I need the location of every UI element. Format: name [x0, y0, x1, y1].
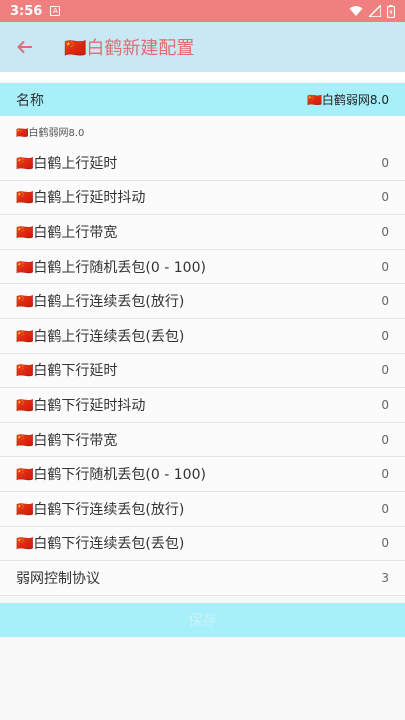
name-field-label: 名称 — [16, 92, 44, 109]
setting-value: 0 — [381, 328, 389, 343]
setting-row-downlink-bandwidth[interactable]: 🇨🇳白鹤下行带宽 0 — [0, 423, 405, 458]
setting-row-downlink-delay[interactable]: 🇨🇳白鹤下行延时 0 — [0, 354, 405, 389]
setting-label: 🇨🇳白鹤上行延时抖动 — [16, 190, 146, 207]
setting-row-uplink-delay[interactable]: 🇨🇳白鹤上行延时 0 — [0, 146, 405, 181]
name-field-value[interactable]: 🇨🇳白鹤弱网8.0 — [307, 91, 389, 108]
setting-row-uplink-bandwidth[interactable]: 🇨🇳白鹤上行带宽 0 — [0, 215, 405, 250]
app-bar: 🇨🇳白鹤新建配置 — [0, 22, 405, 72]
wifi-icon — [349, 6, 363, 16]
setting-row-downlink-delay-jitter[interactable]: 🇨🇳白鹤下行延时抖动 0 — [0, 388, 405, 423]
setting-row-downlink-burst-drop[interactable]: 🇨🇳白鹤下行连续丢包(丢包) 0 — [0, 527, 405, 562]
setting-row-uplink-random-loss[interactable]: 🇨🇳白鹤上行随机丢包(0 - 100) 0 — [0, 250, 405, 285]
setting-value: 0 — [381, 155, 389, 170]
save-button[interactable]: 保存 — [0, 603, 405, 637]
setting-label: 弱网控制协议 — [16, 570, 100, 587]
setting-label: 🇨🇳白鹤上行带宽 — [16, 224, 118, 241]
setting-label: 🇨🇳白鹤下行延时抖动 — [16, 397, 146, 414]
config-subtitle: 🇨🇳白鹤弱网8.0 — [16, 127, 85, 139]
status-bar: 3:56 A — [0, 0, 405, 22]
setting-value: 3 — [381, 570, 389, 585]
arrow-left-icon — [17, 40, 32, 54]
setting-label: 🇨🇳白鹤下行连续丢包(丢包) — [16, 536, 185, 553]
setting-value: 0 — [381, 363, 389, 378]
setting-label: 🇨🇳白鹤上行连续丢包(放行) — [16, 294, 185, 311]
signal-icon — [369, 5, 381, 17]
setting-value: 0 — [381, 501, 389, 516]
setting-label: 🇨🇳白鹤上行连续丢包(丢包) — [16, 328, 185, 345]
setting-row-uplink-burst-pass[interactable]: 🇨🇳白鹤上行连续丢包(放行) 0 — [0, 284, 405, 319]
setting-value: 0 — [381, 259, 389, 274]
status-time: 3:56 — [10, 3, 43, 19]
setting-row-protocol[interactable]: 弱网控制协议 3 — [0, 561, 405, 596]
notification-icon: A — [50, 6, 61, 16]
empty-area — [0, 637, 405, 720]
setting-value: 0 — [381, 432, 389, 447]
setting-row-downlink-burst-pass[interactable]: 🇨🇳白鹤下行连续丢包(放行) 0 — [0, 492, 405, 527]
setting-value: 0 — [381, 224, 389, 239]
status-icons — [349, 4, 395, 18]
setting-label: 🇨🇳白鹤下行延时 — [16, 363, 118, 380]
name-field[interactable]: 名称 🇨🇳白鹤弱网8.0 — [0, 83, 405, 116]
back-button[interactable] — [0, 22, 50, 72]
setting-label: 🇨🇳白鹤上行延时 — [16, 155, 118, 172]
header-spacer — [0, 72, 405, 82]
settings-list: 🇨🇳白鹤弱网8.0 🇨🇳白鹤上行延时 0 🇨🇳白鹤上行延时抖动 0 🇨🇳白鹤上行… — [0, 116, 405, 596]
setting-value: 0 — [381, 397, 389, 412]
setting-value: 0 — [381, 467, 389, 482]
page-title: 🇨🇳白鹤新建配置 — [64, 38, 195, 59]
setting-value: 0 — [381, 294, 389, 309]
setting-label: 🇨🇳白鹤下行连续丢包(放行) — [16, 501, 185, 518]
setting-value: 0 — [381, 190, 389, 205]
setting-row-downlink-random-loss[interactable]: 🇨🇳白鹤下行随机丢包(0 - 100) 0 — [0, 457, 405, 492]
setting-row-uplink-delay-jitter[interactable]: 🇨🇳白鹤上行延时抖动 0 — [0, 181, 405, 216]
setting-label: 🇨🇳白鹤上行随机丢包(0 - 100) — [16, 259, 206, 276]
setting-label: 🇨🇳白鹤下行带宽 — [16, 432, 118, 449]
battery-icon — [387, 4, 395, 18]
setting-row-uplink-burst-drop[interactable]: 🇨🇳白鹤上行连续丢包(丢包) 0 — [0, 319, 405, 354]
setting-label: 🇨🇳白鹤下行随机丢包(0 - 100) — [16, 467, 206, 484]
setting-value: 0 — [381, 536, 389, 551]
